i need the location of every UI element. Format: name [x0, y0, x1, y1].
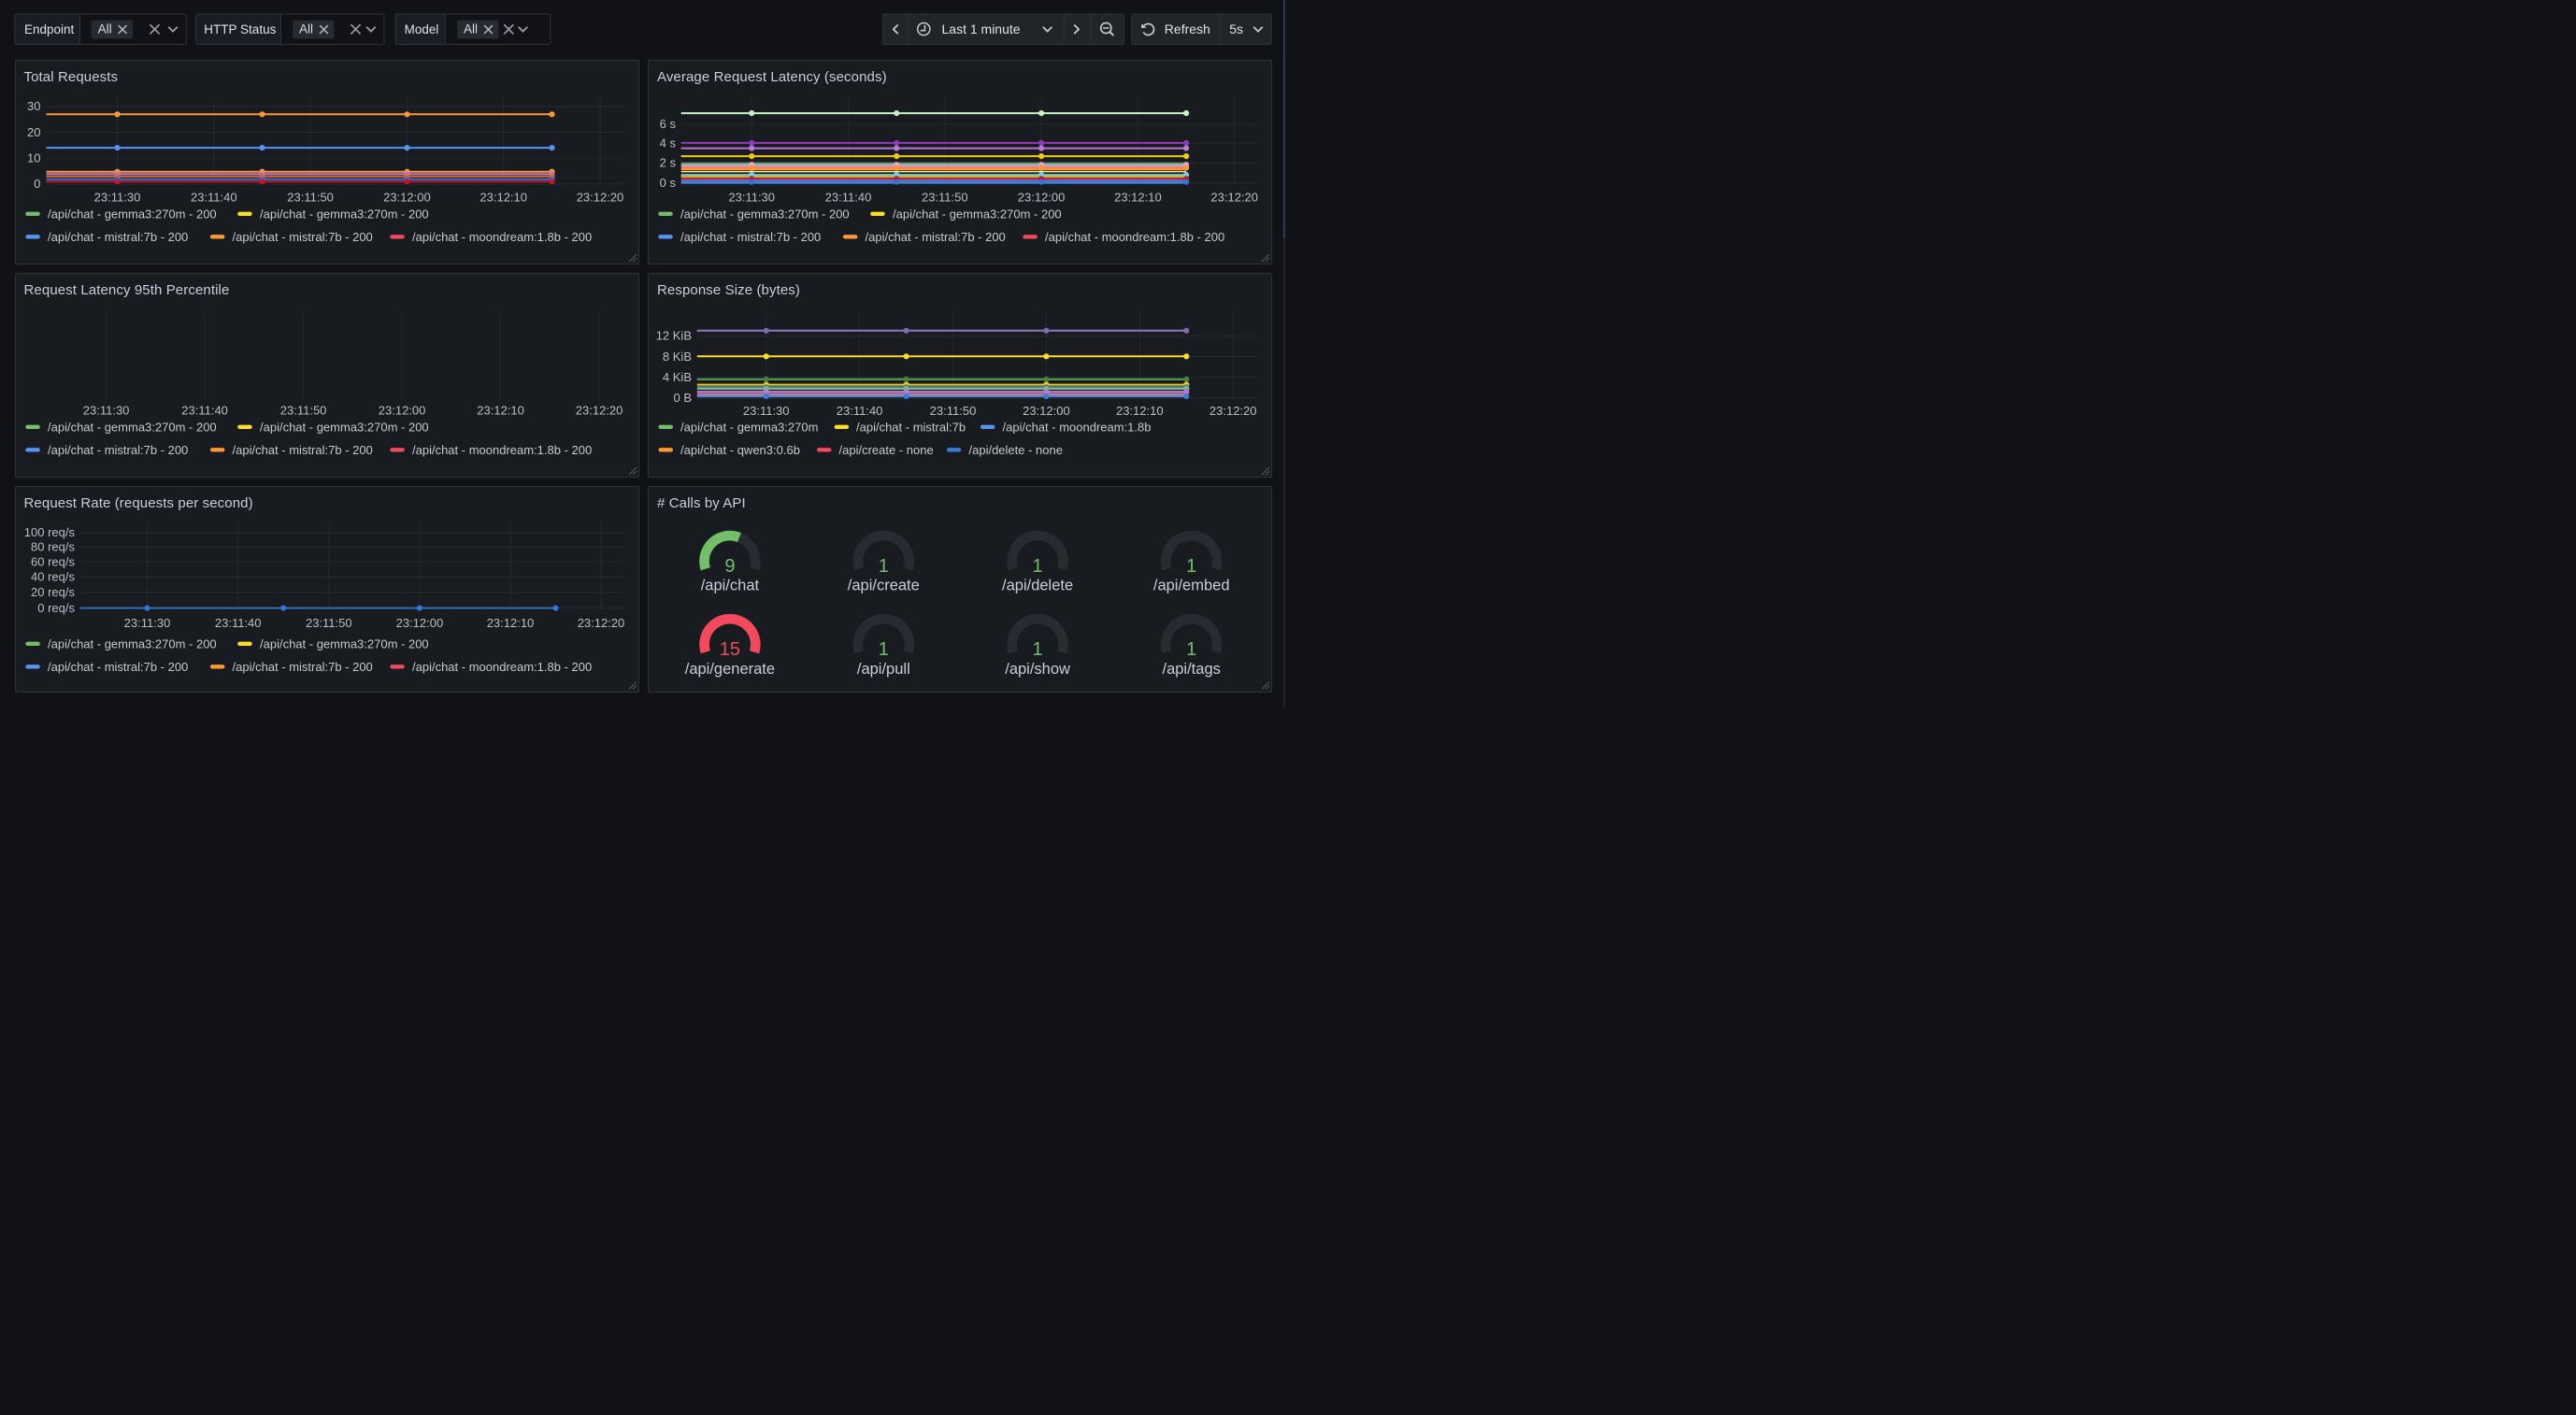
svg-text:23:11:40: 23:11:40 [214, 616, 261, 630]
svg-text:/api/chat - mistral:7b - 200: /api/chat - mistral:7b - 200 [232, 230, 372, 244]
svg-text:/api/chat: /api/chat [701, 578, 760, 594]
svg-text:23:12:00: 23:12:00 [395, 616, 443, 630]
svg-text:0 req/s: 0 req/s [37, 601, 75, 615]
svg-text:8 KiB: 8 KiB [663, 350, 692, 364]
svg-text:100 req/s: 100 req/s [23, 525, 75, 539]
svg-text:/api/chat - moondream:1.8b - 2: /api/chat - moondream:1.8b - 200 [412, 660, 592, 674]
svg-text:23:11:40: 23:11:40 [837, 404, 883, 418]
svg-text:4 KiB: 4 KiB [663, 370, 692, 384]
svg-text:/api/chat - mistral:7b - 200: /api/chat - mistral:7b - 200 [232, 443, 372, 457]
svg-text:20: 20 [27, 125, 40, 139]
svg-text:23:12:00: 23:12:00 [378, 403, 425, 417]
svg-text:All: All [464, 22, 478, 36]
svg-text:23:12:20: 23:12:20 [1210, 190, 1258, 204]
svg-text:23:12:20: 23:12:20 [1209, 404, 1257, 418]
svg-text:/api/chat - moondream:1.8b - 2: /api/chat - moondream:1.8b - 200 [412, 230, 592, 244]
svg-text:Refresh: Refresh [1165, 21, 1210, 36]
svg-text:/api/chat - gemma3:270m - 200: /api/chat - gemma3:270m - 200 [48, 207, 217, 221]
svg-text:/api/chat - gemma3:270m - 200: /api/chat - gemma3:270m - 200 [260, 420, 429, 434]
svg-text:1: 1 [1186, 556, 1196, 577]
svg-text:23:11:50: 23:11:50 [922, 190, 968, 204]
svg-text:/api/chat - gemma3:270m - 200: /api/chat - gemma3:270m - 200 [48, 636, 217, 650]
svg-text:Model: Model [405, 22, 439, 36]
svg-text:/api/chat - mistral:7b - 200: /api/chat - mistral:7b - 200 [48, 230, 188, 244]
svg-text:23:11:40: 23:11:40 [825, 190, 872, 204]
svg-text:/api/pull: /api/pull [857, 661, 910, 678]
svg-text:23:11:30: 23:11:30 [93, 190, 140, 204]
svg-text:/api/chat - qwen3:0.6b: /api/chat - qwen3:0.6b [680, 443, 800, 457]
svg-text:HTTP Status: HTTP Status [204, 22, 276, 36]
svg-text:23:12:00: 23:12:00 [1023, 404, 1070, 418]
svg-text:23:12:20: 23:12:20 [576, 190, 623, 204]
svg-text:23:12:10: 23:12:10 [1116, 404, 1164, 418]
svg-text:/api/embed: /api/embed [1153, 578, 1230, 594]
svg-text:4 s: 4 s [660, 136, 677, 150]
svg-text:30: 30 [27, 99, 40, 113]
svg-text:23:11:30: 23:11:30 [82, 403, 129, 417]
svg-text:9: 9 [724, 556, 735, 577]
svg-text:/api/chat - gemma3:270m - 200: /api/chat - gemma3:270m - 200 [260, 207, 429, 221]
svg-text:1: 1 [1033, 639, 1043, 660]
svg-text:Last 1 minute: Last 1 minute [942, 21, 1021, 36]
svg-text:23:12:00: 23:12:00 [1018, 190, 1066, 204]
svg-text:/api/chat - mistral:7b: /api/chat - mistral:7b [856, 420, 966, 434]
svg-text:60 req/s: 60 req/s [31, 554, 75, 568]
svg-text:23:12:10: 23:12:10 [477, 403, 524, 417]
svg-text:/api/chat - gemma3:270m: /api/chat - gemma3:270m [680, 420, 818, 434]
svg-text:15: 15 [720, 639, 740, 660]
svg-text:/api/chat - mistral:7b - 200: /api/chat - mistral:7b - 200 [232, 660, 372, 674]
svg-text:23:12:20: 23:12:20 [577, 616, 624, 630]
svg-text:/api/delete: /api/delete [1002, 578, 1073, 594]
svg-text:/api/chat - moondream:1.8b - 2: /api/chat - moondream:1.8b - 200 [412, 443, 592, 457]
svg-text:All: All [98, 22, 112, 36]
svg-text:/api/chat - gemma3:270m - 200: /api/chat - gemma3:270m - 200 [48, 420, 217, 434]
svg-text:12 KiB: 12 KiB [656, 329, 692, 343]
svg-text:23:12:20: 23:12:20 [575, 403, 623, 417]
svg-text:23:12:00: 23:12:00 [383, 190, 431, 204]
svg-text:/api/chat - mistral:7b - 200: /api/chat - mistral:7b - 200 [866, 230, 1006, 244]
svg-text:/api/create: /api/create [848, 578, 920, 594]
svg-text:/api/chat - gemma3:270m - 200: /api/chat - gemma3:270m - 200 [893, 207, 1062, 221]
svg-text:23:11:50: 23:11:50 [930, 404, 977, 418]
svg-text:23:11:30: 23:11:30 [728, 190, 775, 204]
svg-text:23:11:50: 23:11:50 [305, 616, 351, 630]
svg-text:23:11:40: 23:11:40 [181, 403, 228, 417]
svg-text:/api/show: /api/show [1005, 661, 1070, 678]
svg-text:40 req/s: 40 req/s [31, 570, 75, 584]
svg-text:1: 1 [879, 556, 889, 577]
svg-text:/api/chat - moondream:1.8b: /api/chat - moondream:1.8b [1003, 420, 1152, 434]
svg-text:/api/chat - gemma3:270m - 200: /api/chat - gemma3:270m - 200 [680, 207, 850, 221]
svg-text:/api/create - none: /api/create - none [839, 443, 934, 457]
svg-text:23:12:10: 23:12:10 [479, 190, 527, 204]
svg-text:2 s: 2 s [660, 155, 677, 169]
svg-text:1: 1 [1186, 639, 1196, 660]
svg-text:/api/chat - mistral:7b - 200: /api/chat - mistral:7b - 200 [48, 443, 188, 457]
svg-text:23:11:30: 23:11:30 [743, 404, 790, 418]
svg-text:23:12:10: 23:12:10 [1114, 190, 1162, 204]
svg-text:/api/tags: /api/tags [1163, 661, 1221, 678]
svg-text:23:11:50: 23:11:50 [279, 403, 326, 417]
svg-text:23:11:50: 23:11:50 [287, 190, 334, 204]
svg-text:10: 10 [27, 150, 40, 164]
svg-text:/api/chat - mistral:7b - 200: /api/chat - mistral:7b - 200 [48, 660, 188, 674]
svg-text:/api/delete - none: /api/delete - none [969, 443, 1063, 457]
svg-text:1: 1 [879, 639, 889, 660]
svg-text:/api/chat - gemma3:270m - 200: /api/chat - gemma3:270m - 200 [260, 636, 429, 650]
svg-text:/api/chat - mistral:7b - 200: /api/chat - mistral:7b - 200 [680, 230, 821, 244]
svg-text:0 s: 0 s [660, 176, 677, 190]
svg-text:23:11:30: 23:11:30 [123, 616, 170, 630]
svg-text:23:11:40: 23:11:40 [190, 190, 236, 204]
svg-text:20 req/s: 20 req/s [31, 585, 75, 599]
svg-text:23:12:10: 23:12:10 [486, 616, 534, 630]
svg-text:80 req/s: 80 req/s [31, 540, 75, 554]
svg-text:/api/chat - moondream:1.8b - 2: /api/chat - moondream:1.8b - 200 [1045, 230, 1224, 244]
svg-text:0 B: 0 B [673, 391, 692, 405]
svg-text:/api/generate: /api/generate [685, 661, 775, 678]
svg-text:6 s: 6 s [660, 117, 677, 131]
svg-text:5s: 5s [1229, 21, 1243, 36]
svg-text:All: All [299, 22, 313, 36]
svg-text:Endpoint: Endpoint [24, 22, 75, 36]
svg-text:0: 0 [34, 177, 40, 191]
svg-text:1: 1 [1033, 556, 1043, 577]
